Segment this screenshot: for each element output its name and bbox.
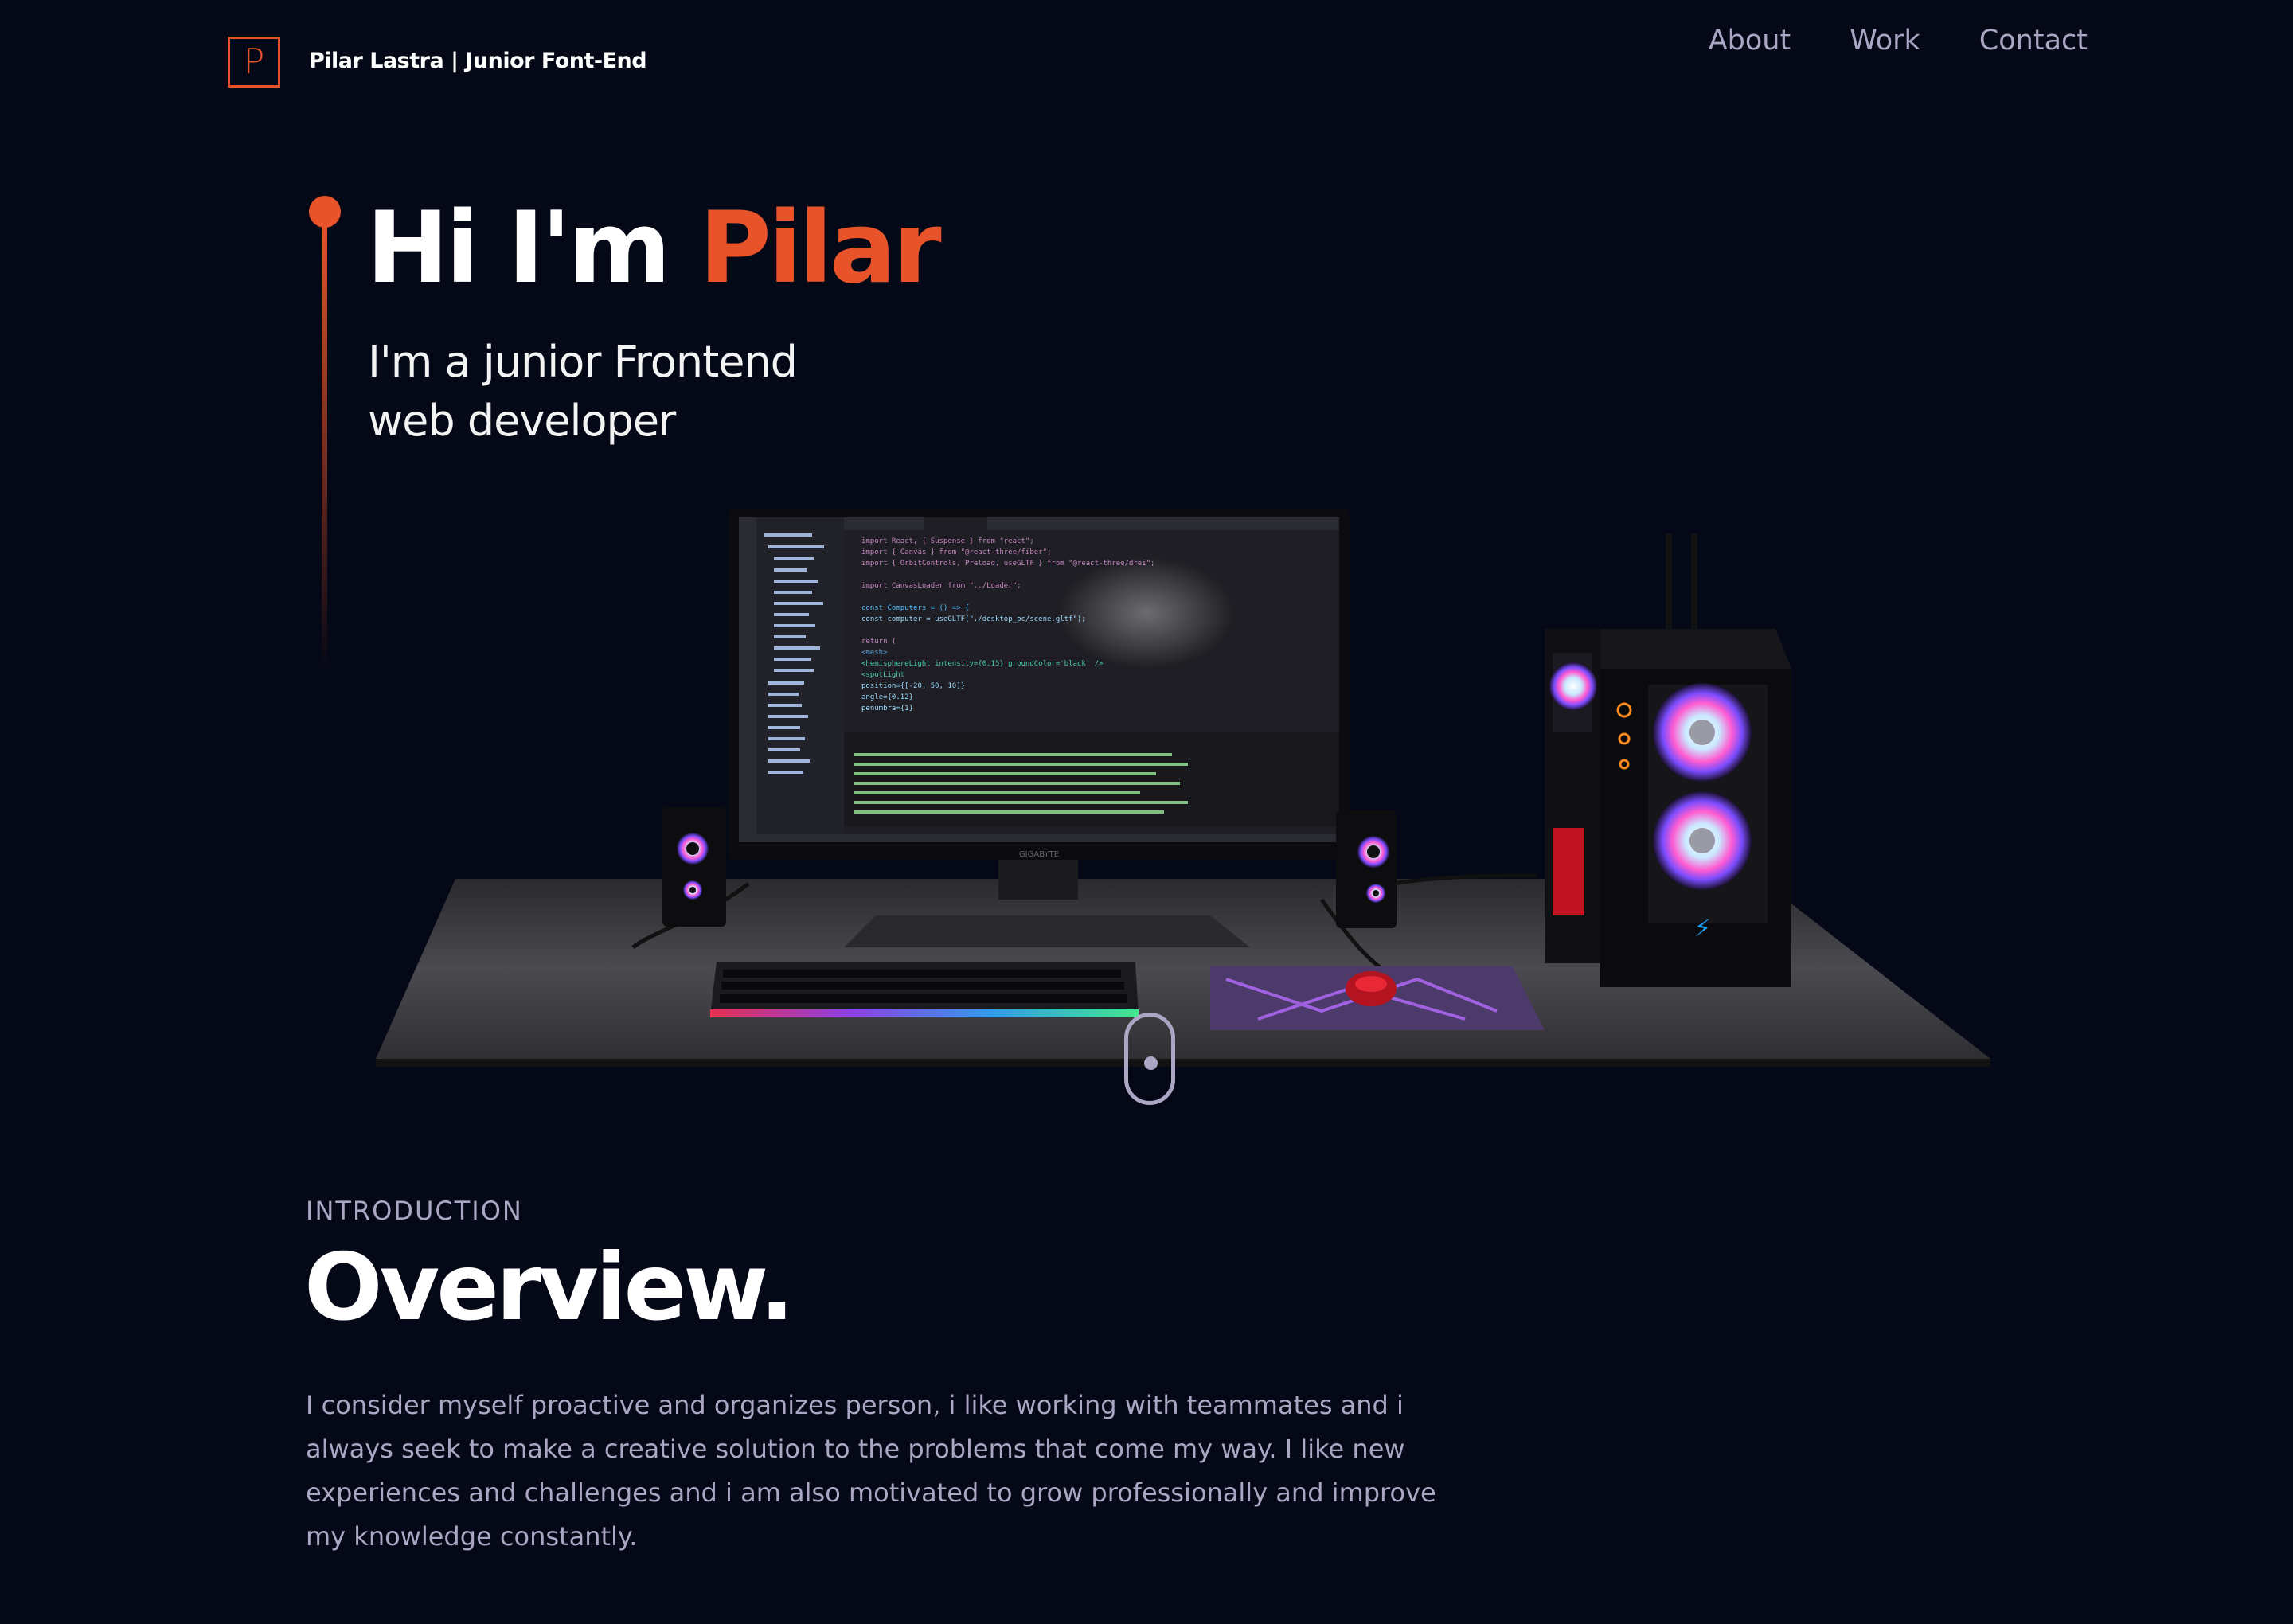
- svg-text:<mesh>: <mesh>: [861, 649, 888, 657]
- hero-accent-line: [322, 223, 327, 669]
- keyboard: [710, 962, 1139, 1017]
- brand-name[interactable]: Pilar Lastra | Junior Font-End: [309, 49, 647, 73]
- svg-text:const computer = useGLTF("./de: const computer = useGLTF("./desktop_pc/s…: [861, 615, 1086, 623]
- nav-link-work[interactable]: Work: [1850, 25, 1920, 57]
- svg-text:angle={0.12}: angle={0.12}: [861, 693, 913, 701]
- svg-text:<spotLight: <spotLight: [861, 671, 904, 679]
- scroll-down-indicator[interactable]: [1124, 1013, 1175, 1105]
- hero-name: Pilar: [698, 191, 942, 306]
- overview-paragraph: I consider myself proactive and organize…: [306, 1390, 1436, 1552]
- hero-greeting: Hi I'm: [366, 191, 699, 306]
- svg-text:position={[-20, 50, 10]}: position={[-20, 50, 10]}: [861, 682, 965, 690]
- logo-icon[interactable]: P: [228, 37, 280, 88]
- hero-subtitle: I'm a junior Frontend web developer: [368, 333, 925, 451]
- hero-subtitle-line1: I'm a junior Frontend: [368, 337, 798, 387]
- navbar: P Pilar Lastra | Junior Font-End About W…: [0, 0, 2293, 127]
- nav-links: About Work Contact: [1709, 25, 2088, 57]
- hero-subtitle-line2: web developer: [368, 396, 676, 446]
- nav-link-about[interactable]: About: [1709, 25, 1791, 57]
- svg-text:import React, { Suspense } fro: import React, { Suspense } from "react";: [861, 537, 1034, 545]
- pc-tower: ⚡: [1545, 533, 1791, 987]
- svg-text:return (: return (: [861, 638, 896, 646]
- hero-title: Hi I'm Pilar: [366, 189, 942, 308]
- svg-text:<hemisphereLight intensity={0.: <hemisphereLight intensity={0.15} ground…: [861, 660, 1104, 668]
- left-speaker: [662, 807, 726, 927]
- monitor: import React, { Suspense } from "react";…: [729, 509, 1350, 860]
- svg-text:penumbra={1}: penumbra={1}: [861, 705, 913, 712]
- svg-text:import { Canvas } from "@react: import { Canvas } from "@react-three/fib…: [861, 548, 1051, 556]
- right-speaker: [1336, 810, 1397, 928]
- svg-text:import CanvasLoader from "../L: import CanvasLoader from "../Loader";: [861, 582, 1021, 590]
- svg-text:⚡: ⚡: [1694, 915, 1711, 943]
- section-label: INTRODUCTION: [306, 1196, 523, 1226]
- section-title: Overview.: [304, 1234, 795, 1341]
- logo-letter: P: [243, 41, 265, 82]
- mouse: [1346, 971, 1397, 1006]
- svg-text:const Computers = () => {: const Computers = () => {: [861, 604, 969, 612]
- scroll-dot: [1144, 1056, 1158, 1070]
- desk-3d-scene[interactable]: import React, { Suspense } from "react";…: [366, 502, 2006, 1107]
- monitor-brand: GIGABYTE: [1019, 850, 1059, 859]
- nav-link-contact[interactable]: Contact: [1979, 25, 2088, 57]
